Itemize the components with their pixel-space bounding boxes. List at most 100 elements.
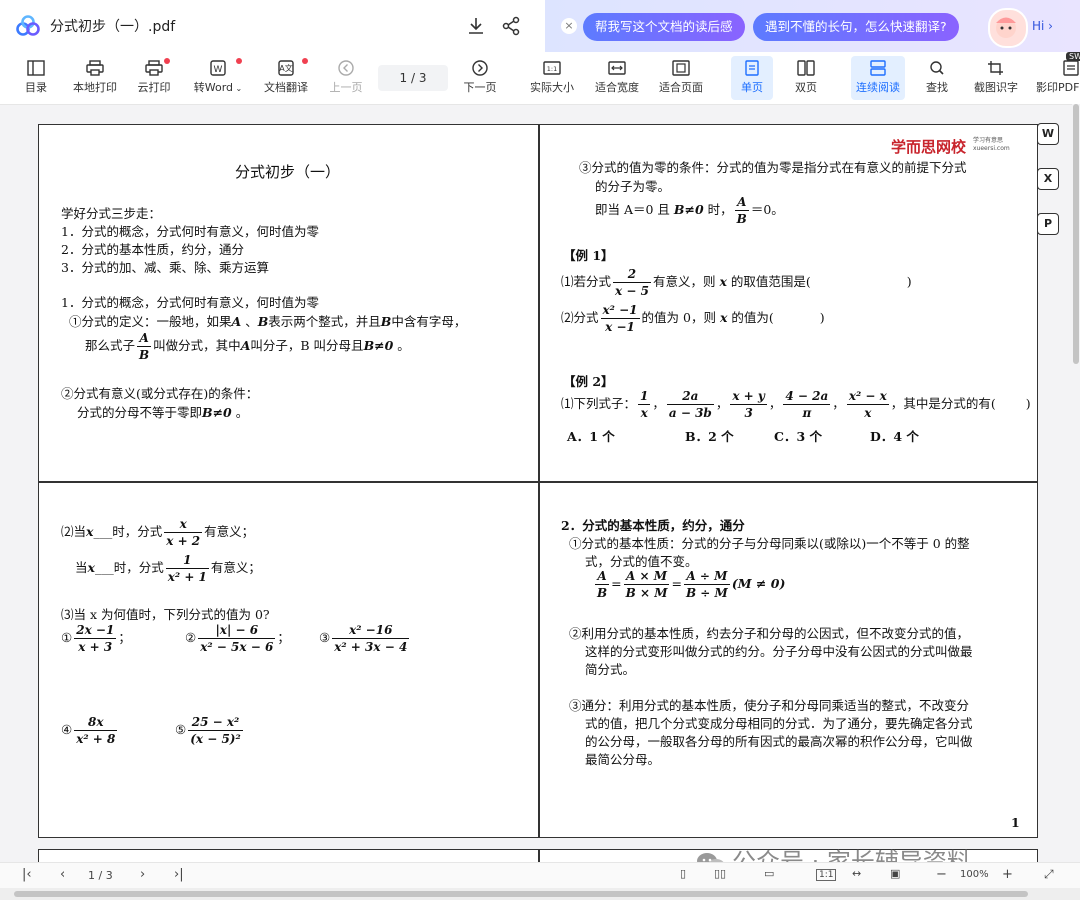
first-page-icon[interactable]: |‹ xyxy=(22,867,32,882)
cloud-print-icon xyxy=(145,60,163,76)
toolbar-label: 下一页 xyxy=(463,81,497,94)
doc-text: ①分式的基本性质：分式的分子与分母同乘以(或除以)一个不等于 0 的整 xyxy=(569,536,970,551)
scrollbar-thumb[interactable] xyxy=(14,891,1028,897)
toolbar-screenshot-ocr-button[interactable]: 截图识字 xyxy=(972,56,1020,100)
toolbar-label: 查找 xyxy=(926,81,948,94)
toolbar-label: 目录 xyxy=(25,81,47,94)
brand-logo-text: 学而思网校 xyxy=(891,138,967,156)
doc-text: 简分式。 xyxy=(585,662,636,677)
page-number-input[interactable]: 1 / 3 xyxy=(378,65,448,91)
toolbar-catalog-button[interactable]: 目录 xyxy=(22,56,50,100)
double-page-icon[interactable]: ▯▯ xyxy=(714,867,726,880)
ai-chip-review[interactable]: 帮我写这个文档的读后感 xyxy=(583,13,745,41)
actual-size-icon[interactable]: 1:1 xyxy=(816,869,837,881)
assistant-hi-link[interactable]: Hi › xyxy=(1032,19,1053,33)
fraction: |x| − 6 x² − 5x − 6 xyxy=(198,623,276,654)
fraction: 1x xyxy=(638,389,651,420)
fraction: A ÷ MB ÷ M xyxy=(683,569,730,600)
photocopy-icon xyxy=(1063,60,1079,76)
fraction: xx + 2 xyxy=(164,517,203,548)
option-b: B．2 个 xyxy=(685,429,734,444)
fit-width-icon[interactable]: ↔ xyxy=(852,867,861,880)
zoom-in-button[interactable]: + xyxy=(1002,867,1013,882)
toolbar-actual-size-button[interactable]: 1:1 实际大小 xyxy=(528,56,576,100)
toolbar-search-button[interactable]: 查找 xyxy=(922,56,952,100)
double-page-icon xyxy=(797,60,815,76)
side-word-icon[interactable]: W xyxy=(1037,123,1059,145)
toolbar-fit-width-button[interactable]: 适合宽度 xyxy=(593,56,641,100)
doc-section-title: 1．分式的概念，分式何时有意义，何时值为零 xyxy=(61,295,319,310)
formula: A B = A × MB × M = A ÷ MB ÷ M (M ≠ 0) xyxy=(595,569,786,600)
prev-page-icon[interactable]: ‹ xyxy=(60,867,65,882)
toolbar-cloud-print-button[interactable]: 云打印 xyxy=(136,56,172,100)
toolbar-single-page-button[interactable]: 单页 xyxy=(731,56,773,100)
fraction: A × MB × M xyxy=(623,569,670,600)
share-icon[interactable] xyxy=(501,16,521,36)
question-item: ③ x² −16 x² + 3x − 4 xyxy=(319,623,410,654)
doc-text: 1．分式的概念，分式何时有意义，何时值为零 xyxy=(61,224,319,239)
example-heading: 【例 1】 xyxy=(563,248,614,263)
next-page-icon[interactable]: › xyxy=(140,867,145,882)
fraction: x² −1 x −1 xyxy=(600,303,640,334)
doc-text: ⑴若分式 2 x − 5 有意义，则 x 的取值范围是() xyxy=(561,267,912,298)
fraction: 8x x² + 8 xyxy=(74,715,118,746)
continuous-icon[interactable]: ▭ xyxy=(764,867,774,880)
fraction: 1 x² + 1 xyxy=(165,553,209,584)
option-c: C．3 个 xyxy=(774,429,822,444)
svg-text:A文: A文 xyxy=(279,63,292,73)
fit-page-icon xyxy=(672,60,690,76)
toolbar-double-page-button[interactable]: 双页 xyxy=(790,56,822,100)
app-logo-icon xyxy=(16,15,40,36)
toolbar-fit-page-button[interactable]: 适合页面 xyxy=(657,56,705,100)
doc-text: 当x___时，分式 1 x² + 1 有意义； xyxy=(75,553,261,584)
last-page-icon[interactable]: ›| xyxy=(174,867,184,882)
sw-badge: SW xyxy=(1066,52,1080,61)
doc-text: 学好分式三步走： xyxy=(61,206,162,221)
doc-section-title: 2．分式的基本性质，约分，通分 xyxy=(561,518,745,533)
single-page-icon[interactable]: ▯ xyxy=(680,867,686,880)
document-title: 分式初步（一）.pdf xyxy=(50,19,176,35)
toolbar-photocopy-button[interactable]: 影印PDF xyxy=(1036,56,1080,100)
toolbar-label: 单页 xyxy=(741,81,763,94)
toolbar-label: 连续阅读 xyxy=(856,81,900,94)
question-item: ② |x| − 6 x² − 5x − 6； xyxy=(185,623,290,654)
svg-text:W: W xyxy=(214,65,223,75)
fraction: AB xyxy=(137,331,152,362)
assistant-avatar[interactable] xyxy=(988,8,1028,48)
assistant-face-icon xyxy=(996,17,1016,38)
ai-chip-translate[interactable]: 遇到不懂的长句，怎么快速翻译? xyxy=(753,13,959,41)
doc-text: 分式的分母不等于零即B≠0 。 xyxy=(77,405,249,420)
side-ppt-icon[interactable]: P xyxy=(1037,213,1059,235)
doc-text: ⑵分式 x² −1 x −1 的值为 0，则 x 的值为() xyxy=(561,303,825,334)
scrollbar-thumb[interactable] xyxy=(1073,104,1079,364)
vertical-scrollbar[interactable] xyxy=(1072,104,1080,864)
notification-dot xyxy=(164,58,170,64)
toolbar-next-page-button[interactable]: 下一页 xyxy=(462,56,498,100)
fullscreen-icon[interactable]: ⤢ xyxy=(1044,867,1054,882)
toolbar-label: 转Word xyxy=(193,81,234,94)
zoom-out-button[interactable]: − xyxy=(936,867,947,882)
toolbar-to-word-button[interactable]: W 转Word ⌄ xyxy=(190,56,246,100)
side-excel-icon[interactable]: X xyxy=(1037,168,1059,190)
bottom-page-indicator[interactable]: 1 / 3 xyxy=(88,869,113,882)
catalog-icon xyxy=(27,60,45,76)
toolbar-continuous-button[interactable]: 连续阅读 xyxy=(851,56,905,100)
toolbar-translate-button[interactable]: A文 文档翻译 xyxy=(262,56,310,100)
screenshot-ocr-icon xyxy=(988,61,1003,75)
option-a: A．1 个 xyxy=(567,429,615,444)
toolbar-local-print-button[interactable]: 本地打印 xyxy=(70,56,120,100)
ai-bar-close-button[interactable]: × xyxy=(561,18,577,34)
doc-text: 的分子为零。 xyxy=(595,179,671,194)
doc-text: 式，分式的值不变。 xyxy=(585,554,698,569)
horizontal-scrollbar[interactable] xyxy=(0,888,1080,900)
toolbar-prev-page-button[interactable]: 上一页 xyxy=(328,56,364,100)
doc-text: 式的值，把几个分式变成分母相同的分式．为了通分，要先确定各分式 xyxy=(585,716,973,731)
page-number: 1 xyxy=(1011,815,1020,830)
download-icon[interactable] xyxy=(466,16,486,36)
zoom-level[interactable]: 100% xyxy=(960,869,989,880)
notification-dot xyxy=(302,58,308,64)
ai-suggestion-bar: × 帮我写这个文档的读后感 遇到不懂的长句，怎么快速翻译? Hi › xyxy=(545,0,1080,52)
toolbar-label: 文档翻译 xyxy=(264,81,308,94)
fit-page-icon[interactable]: ▣ xyxy=(890,867,900,880)
fraction: 4 − 2a π xyxy=(783,389,831,420)
